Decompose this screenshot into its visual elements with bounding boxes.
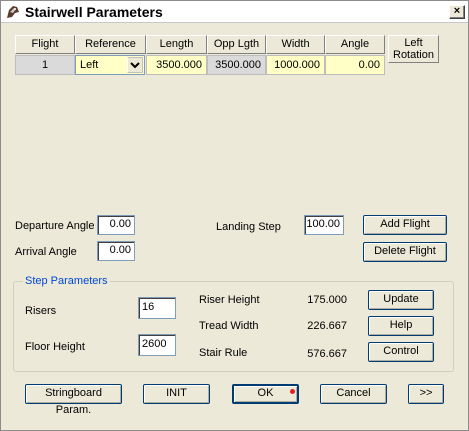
col-header-opp-length-label: Opp Lgth xyxy=(213,38,260,50)
col-header-reference-label: Reference xyxy=(85,38,136,50)
cell-angle[interactable]: 0.00 xyxy=(325,55,385,75)
tread-width-label: Tread Width xyxy=(199,320,259,332)
col-header-left-rotation-line2: Rotation xyxy=(393,49,434,61)
col-header-left-rotation-line1: Left xyxy=(404,37,423,49)
window-title: Stairwell Parameters xyxy=(25,4,163,20)
arrival-angle-input[interactable]: 0.00 xyxy=(97,241,135,261)
stairwell-parameters-dialog: Stairwell Parameters × Flight Reference … xyxy=(0,0,469,431)
ok-button-label: OK xyxy=(257,387,274,399)
cell-flight: 1 xyxy=(15,55,75,75)
landing-step-input[interactable]: 100.00 xyxy=(304,215,344,235)
riser-height-value: 175.000 xyxy=(307,294,347,306)
risers-input[interactable]: 16 xyxy=(138,297,176,319)
col-header-left-rotation: Left Rotation xyxy=(388,35,439,63)
init-button[interactable]: INIT xyxy=(143,384,210,404)
cancel-button[interactable]: Cancel xyxy=(320,384,387,404)
delete-flight-button[interactable]: Delete Flight xyxy=(363,242,447,262)
ok-status-dot xyxy=(290,389,295,394)
landing-step-label: Landing Step xyxy=(216,221,281,233)
stair-rule-value: 576.667 xyxy=(307,348,347,360)
col-header-flight: Flight xyxy=(15,35,75,54)
floor-height-label: Floor Height xyxy=(25,341,85,353)
control-button[interactable]: Control xyxy=(368,342,434,362)
title-bar: Stairwell Parameters × xyxy=(1,1,468,23)
tread-width-value: 226.667 xyxy=(307,320,347,332)
col-header-reference: Reference xyxy=(75,35,146,54)
chevron-down-icon[interactable] xyxy=(127,57,143,73)
reference-select[interactable]: Left xyxy=(75,55,145,75)
stringboard-params-button[interactable]: Stringboard Param. xyxy=(25,384,122,416)
col-header-angle-label: Angle xyxy=(340,38,370,50)
departure-angle-input[interactable]: 0.00 xyxy=(97,215,135,235)
ok-button[interactable]: OK xyxy=(232,384,299,404)
col-header-width: Width xyxy=(266,35,325,54)
cell-opp-length: 3500.000 xyxy=(207,55,266,75)
col-header-opp-length: Opp Lgth xyxy=(207,35,266,54)
reference-select-value: Left xyxy=(80,59,99,71)
col-header-length-label: Length xyxy=(159,38,194,50)
col-header-length: Length xyxy=(146,35,207,54)
step-parameters-title: Step Parameters xyxy=(23,274,110,288)
update-button[interactable]: Update xyxy=(368,290,434,310)
col-header-angle: Angle xyxy=(325,35,385,54)
cell-length[interactable]: 3500.000 xyxy=(146,55,207,75)
floor-height-input[interactable]: 2600 xyxy=(138,334,176,356)
more-button[interactable]: >> xyxy=(408,384,444,404)
cell-width[interactable]: 1000.000 xyxy=(266,55,325,75)
risers-label: Risers xyxy=(25,305,57,317)
arrival-angle-label: Arrival Angle xyxy=(15,246,77,258)
stair-rule-label: Stair Rule xyxy=(199,347,248,359)
riser-height-label: Riser Height xyxy=(199,294,260,306)
close-button[interactable]: × xyxy=(449,5,465,19)
departure-angle-label: Departure Angle xyxy=(15,220,95,232)
add-flight-button[interactable]: Add Flight xyxy=(363,215,447,235)
help-button[interactable]: Help xyxy=(368,316,434,336)
stair-app-icon xyxy=(7,6,19,18)
col-header-flight-label: Flight xyxy=(31,38,59,50)
col-header-width-label: Width xyxy=(281,38,310,50)
